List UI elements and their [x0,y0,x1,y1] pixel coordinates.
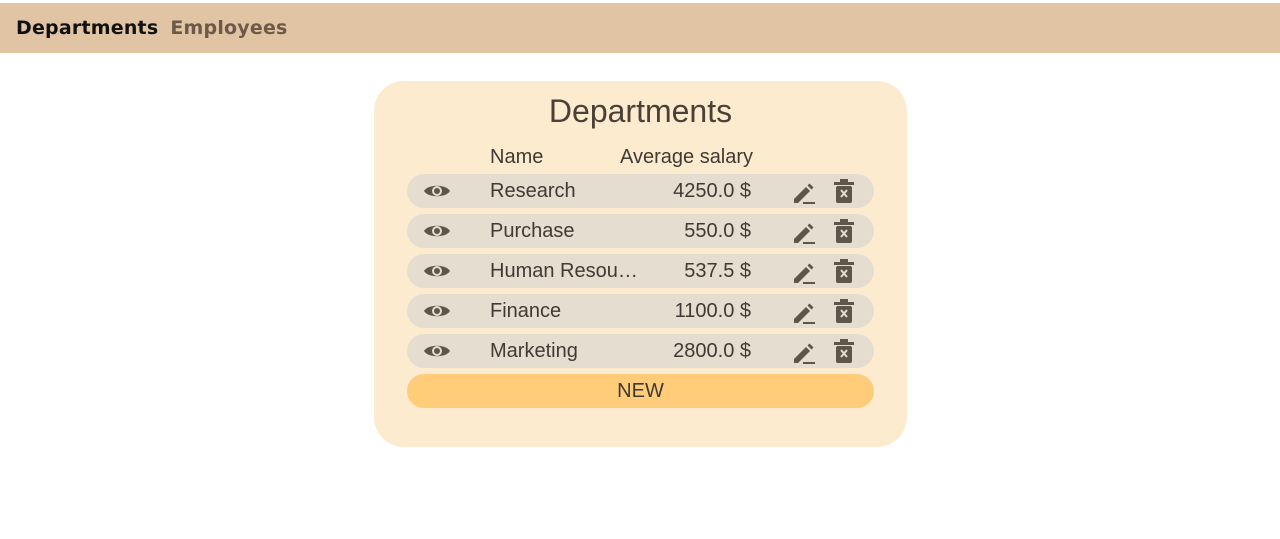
top-nav-bar: Departments Employees [0,3,1280,53]
department-average-salary: 1100.0 $ [674,300,751,322]
department-name: Research [490,180,576,202]
table-row: Purchase 550.0 $ [407,214,874,248]
column-header-average-salary: Average salary [620,146,754,168]
department-average-salary: 2800.0 $ [673,340,751,362]
new-department-button[interactable]: NEW [407,374,874,408]
page-title: Departments [548,93,733,129]
table-row: Marketing 2800.0 $ [407,334,874,368]
department-name: Human Resources [490,260,640,282]
department-name: Finance [490,300,562,322]
table-row: Human Resources 537.5 $ [407,254,874,288]
table-row: Research 4250.0 $ [407,174,874,208]
department-average-salary: 4250.0 $ [673,180,751,202]
eye-icon[interactable] [423,182,451,200]
column-header-name: Name [490,146,544,168]
department-name: Purchase [490,220,575,242]
eye-icon[interactable] [423,302,451,320]
trash-icon[interactable] [832,338,856,364]
department-average-salary: 537.5 $ [684,260,751,282]
eye-icon[interactable] [423,222,451,240]
nav-link-employees[interactable]: Employees [170,17,287,39]
trash-icon[interactable] [832,258,856,284]
trash-icon[interactable] [832,298,856,324]
pencil-icon[interactable] [791,259,817,285]
eye-icon[interactable] [423,342,451,360]
pencil-icon[interactable] [791,339,817,365]
department-average-salary: 550.0 $ [684,220,751,242]
table-row: Finance 1100.0 $ [407,294,874,328]
department-name: Marketing [490,340,578,362]
pencil-icon[interactable] [791,299,817,325]
eye-icon[interactable] [423,262,451,280]
nav-link-departments[interactable]: Departments [16,17,158,39]
trash-icon[interactable] [832,178,856,204]
pencil-icon[interactable] [791,179,817,205]
pencil-icon[interactable] [791,219,817,245]
trash-icon[interactable] [832,218,856,244]
